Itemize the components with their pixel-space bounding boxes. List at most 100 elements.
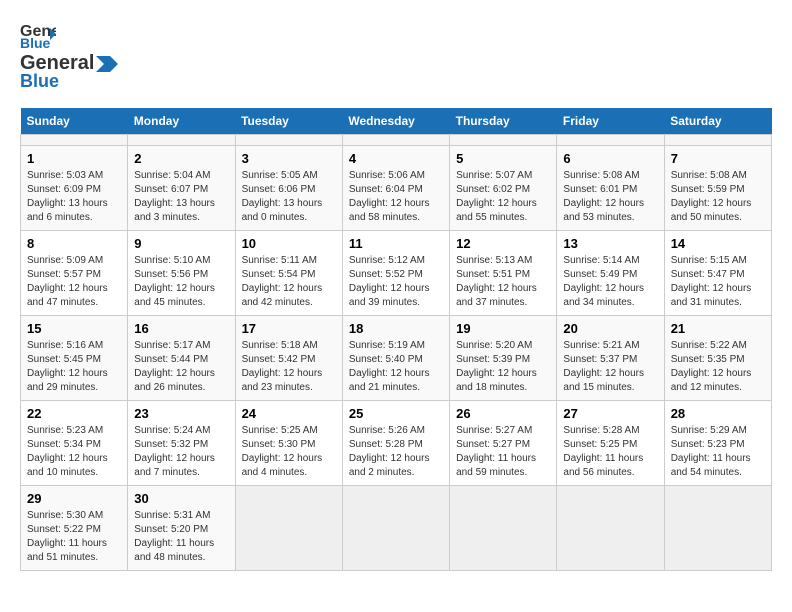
day-number: 15	[27, 321, 121, 336]
day-info: Sunrise: 5:13 AMSunset: 5:51 PMDaylight:…	[456, 254, 550, 310]
day-number: 7	[671, 151, 765, 166]
day-info: Sunrise: 5:20 AMSunset: 5:39 PMDaylight:…	[456, 339, 550, 395]
day-number: 20	[563, 321, 657, 336]
day-number: 18	[349, 321, 443, 336]
day-number: 4	[349, 151, 443, 166]
day-info: Sunrise: 5:25 AMSunset: 5:30 PMDaylight:…	[242, 424, 336, 480]
day-info: Sunrise: 5:26 AMSunset: 5:28 PMDaylight:…	[349, 424, 443, 480]
day-info: Sunrise: 5:11 AMSunset: 5:54 PMDaylight:…	[242, 254, 336, 310]
day-number: 2	[134, 151, 228, 166]
day-info: Sunrise: 5:31 AMSunset: 5:20 PMDaylight:…	[134, 509, 228, 565]
calendar-week-row: 22 Sunrise: 5:23 AMSunset: 5:34 PMDayligh…	[21, 401, 772, 486]
day-info: Sunrise: 5:21 AMSunset: 5:37 PMDaylight:…	[563, 339, 657, 395]
day-info: Sunrise: 5:22 AMSunset: 5:35 PMDaylight:…	[671, 339, 765, 395]
calendar-day-cell: 21 Sunrise: 5:22 AMSunset: 5:35 PMDayligh…	[664, 316, 771, 401]
calendar-day-cell	[21, 135, 128, 146]
column-header-tuesday: Tuesday	[235, 108, 342, 135]
svg-text:Blue: Blue	[20, 35, 51, 50]
day-number: 24	[242, 406, 336, 421]
calendar-day-cell: 1Sunrise: 5:03 AMSunset: 6:09 PMDaylight…	[21, 146, 128, 231]
logo-blue: Blue	[20, 71, 59, 92]
day-number: 16	[134, 321, 228, 336]
calendar-day-cell: 12 Sunrise: 5:13 AMSunset: 5:51 PMDayligh…	[450, 231, 557, 316]
day-number: 22	[27, 406, 121, 421]
day-number: 26	[456, 406, 550, 421]
day-info: Sunrise: 5:14 AMSunset: 5:49 PMDaylight:…	[563, 254, 657, 310]
day-info: Sunrise: 5:30 AMSunset: 5:22 PMDaylight:…	[27, 509, 121, 565]
calendar-day-cell: 16 Sunrise: 5:17 AMSunset: 5:44 PMDayligh…	[128, 316, 235, 401]
day-number: 5	[456, 151, 550, 166]
column-header-sunday: Sunday	[21, 108, 128, 135]
calendar-header-row: SundayMondayTuesdayWednesdayThursdayFrid…	[21, 108, 772, 135]
calendar-day-cell: 18Sunrise: 5:19 AMSunset: 5:40 PMDayligh…	[342, 316, 449, 401]
day-number: 10	[242, 236, 336, 251]
calendar-day-cell: 2 Sunrise: 5:04 AMSunset: 6:07 PMDaylight…	[128, 146, 235, 231]
calendar-week-row: 29Sunrise: 5:30 AMSunset: 5:22 PMDayligh…	[21, 486, 772, 571]
logo-icon: General Blue	[20, 20, 56, 50]
calendar-day-cell	[664, 135, 771, 146]
calendar-day-cell	[450, 486, 557, 571]
calendar-day-cell: 8 Sunrise: 5:09 AMSunset: 5:57 PMDaylight…	[21, 231, 128, 316]
calendar-day-cell	[128, 135, 235, 146]
day-number: 13	[563, 236, 657, 251]
day-number: 17	[242, 321, 336, 336]
day-number: 12	[456, 236, 550, 251]
day-info: Sunrise: 5:16 AMSunset: 5:45 PMDaylight:…	[27, 339, 121, 395]
day-number: 14	[671, 236, 765, 251]
day-info: Sunrise: 5:27 AMSunset: 5:27 PMDaylight:…	[456, 424, 550, 480]
calendar-day-cell: 28Sunrise: 5:29 AMSunset: 5:23 PMDayligh…	[664, 401, 771, 486]
calendar-day-cell: 15 Sunrise: 5:16 AMSunset: 5:45 PMDayligh…	[21, 316, 128, 401]
day-info: Sunrise: 5:17 AMSunset: 5:44 PMDaylight:…	[134, 339, 228, 395]
calendar-day-cell: 22 Sunrise: 5:23 AMSunset: 5:34 PMDayligh…	[21, 401, 128, 486]
column-header-wednesday: Wednesday	[342, 108, 449, 135]
calendar-day-cell	[235, 486, 342, 571]
calendar-week-row	[21, 135, 772, 146]
calendar-day-cell: 14 Sunrise: 5:15 AMSunset: 5:47 PMDayligh…	[664, 231, 771, 316]
calendar-day-cell	[235, 135, 342, 146]
day-info: Sunrise: 5:10 AMSunset: 5:56 PMDaylight:…	[134, 254, 228, 310]
calendar-day-cell: 13 Sunrise: 5:14 AMSunset: 5:49 PMDayligh…	[557, 231, 664, 316]
day-info: Sunrise: 5:28 AMSunset: 5:25 PMDaylight:…	[563, 424, 657, 480]
column-header-friday: Friday	[557, 108, 664, 135]
logo-arrow-icon	[96, 56, 118, 72]
calendar-day-cell: 25Sunrise: 5:26 AMSunset: 5:28 PMDayligh…	[342, 401, 449, 486]
day-info: Sunrise: 5:18 AMSunset: 5:42 PMDaylight:…	[242, 339, 336, 395]
calendar-day-cell: 26 Sunrise: 5:27 AMSunset: 5:27 PMDayligh…	[450, 401, 557, 486]
day-info: Sunrise: 5:12 AMSunset: 5:52 PMDaylight:…	[349, 254, 443, 310]
calendar-day-cell	[342, 486, 449, 571]
day-info: Sunrise: 5:04 AMSunset: 6:07 PMDaylight:…	[134, 169, 228, 225]
calendar-day-cell	[342, 135, 449, 146]
calendar-day-cell	[557, 486, 664, 571]
calendar-day-cell: 7Sunrise: 5:08 AMSunset: 5:59 PMDaylight…	[664, 146, 771, 231]
calendar-day-cell: 29Sunrise: 5:30 AMSunset: 5:22 PMDayligh…	[21, 486, 128, 571]
day-number: 11	[349, 236, 443, 251]
day-number: 30	[134, 491, 228, 506]
day-info: Sunrise: 5:15 AMSunset: 5:47 PMDaylight:…	[671, 254, 765, 310]
calendar-day-cell: 6Sunrise: 5:08 AMSunset: 6:01 PMDaylight…	[557, 146, 664, 231]
calendar-day-cell: 19 Sunrise: 5:20 AMSunset: 5:39 PMDayligh…	[450, 316, 557, 401]
calendar-day-cell: 3Sunrise: 5:05 AMSunset: 6:06 PMDaylight…	[235, 146, 342, 231]
day-number: 6	[563, 151, 657, 166]
calendar-day-cell: 11 Sunrise: 5:12 AMSunset: 5:52 PMDayligh…	[342, 231, 449, 316]
column-header-thursday: Thursday	[450, 108, 557, 135]
day-number: 23	[134, 406, 228, 421]
calendar-day-cell: 24 Sunrise: 5:25 AMSunset: 5:30 PMDayligh…	[235, 401, 342, 486]
day-info: Sunrise: 5:23 AMSunset: 5:34 PMDaylight:…	[27, 424, 121, 480]
day-number: 8	[27, 236, 121, 251]
calendar-day-cell: 5 Sunrise: 5:07 AMSunset: 6:02 PMDaylight…	[450, 146, 557, 231]
calendar-week-row: 8 Sunrise: 5:09 AMSunset: 5:57 PMDaylight…	[21, 231, 772, 316]
calendar-day-cell: 9 Sunrise: 5:10 AMSunset: 5:56 PMDaylight…	[128, 231, 235, 316]
day-info: Sunrise: 5:09 AMSunset: 5:57 PMDaylight:…	[27, 254, 121, 310]
day-number: 21	[671, 321, 765, 336]
day-number: 3	[242, 151, 336, 166]
day-info: Sunrise: 5:06 AMSunset: 6:04 PMDaylight:…	[349, 169, 443, 225]
calendar-day-cell	[557, 135, 664, 146]
day-info: Sunrise: 5:24 AMSunset: 5:32 PMDaylight:…	[134, 424, 228, 480]
day-number: 19	[456, 321, 550, 336]
logo: General Blue General Blue	[20, 20, 120, 92]
calendar-day-cell	[450, 135, 557, 146]
day-info: Sunrise: 5:07 AMSunset: 6:02 PMDaylight:…	[456, 169, 550, 225]
day-number: 9	[134, 236, 228, 251]
calendar-day-cell: 20 Sunrise: 5:21 AMSunset: 5:37 PMDayligh…	[557, 316, 664, 401]
calendar-day-cell: 27Sunrise: 5:28 AMSunset: 5:25 PMDayligh…	[557, 401, 664, 486]
